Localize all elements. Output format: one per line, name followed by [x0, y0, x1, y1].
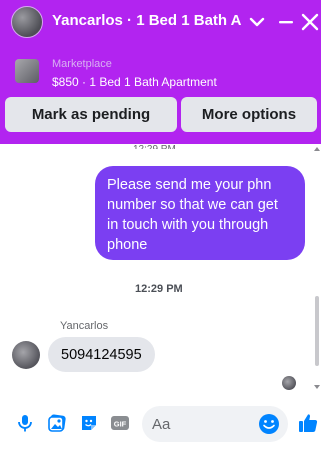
message-composer: GIF [0, 392, 321, 453]
marketplace-label: Marketplace [52, 58, 112, 70]
chat-title[interactable]: Yancarlos · 1 Bed 1 Bath Ap… [52, 12, 242, 32]
message-input-box[interactable] [142, 406, 288, 442]
image-icon[interactable] [47, 413, 67, 433]
gif-icon[interactable]: GIF [110, 413, 130, 433]
chat-header: Yancarlos · 1 Bed 1 Bath Ap… Marketplace… [0, 0, 321, 144]
listing-summary: $850 · 1 Bed 1 Bath Apartment [52, 75, 217, 89]
read-receipt-avatar [282, 376, 296, 390]
thumbs-up-icon[interactable] [297, 412, 319, 434]
scroll-down-icon[interactable] [313, 384, 321, 390]
incoming-message-bubble[interactable]: 5094124595 [48, 337, 155, 372]
scrollbar[interactable] [313, 144, 321, 392]
outgoing-message-bubble[interactable]: Please send me your phn number so that w… [95, 166, 305, 260]
timestamp-partial: 12:29 PM [133, 144, 176, 149]
sender-name: Yancarlos [60, 320, 109, 332]
avatar[interactable] [11, 6, 43, 38]
more-options-button[interactable]: More options [181, 97, 317, 132]
svg-text:GIF: GIF [114, 420, 127, 429]
message-timestamp: 12:29 PM [135, 283, 183, 295]
scroll-up-icon[interactable] [313, 146, 321, 152]
listing-thumbnail[interactable] [15, 59, 39, 83]
marketplace-listing[interactable]: Marketplace $850 · 1 Bed 1 Bath Apartmen… [0, 52, 321, 92]
minimize-icon[interactable] [276, 10, 296, 34]
microphone-icon[interactable] [15, 413, 35, 433]
message-input[interactable] [152, 414, 252, 434]
message-thread[interactable]: 12:29 PM Please send me your phn number … [0, 144, 321, 392]
close-icon[interactable] [300, 10, 320, 34]
chevron-down-icon[interactable] [245, 10, 269, 34]
mark-as-pending-button[interactable]: Mark as pending [5, 97, 177, 132]
emoji-icon[interactable] [258, 413, 280, 435]
scroll-thumb[interactable] [315, 296, 319, 366]
title-bar[interactable]: Yancarlos · 1 Bed 1 Bath Ap… [0, 0, 321, 44]
sticker-icon[interactable] [79, 413, 99, 433]
sender-avatar[interactable] [12, 341, 40, 369]
